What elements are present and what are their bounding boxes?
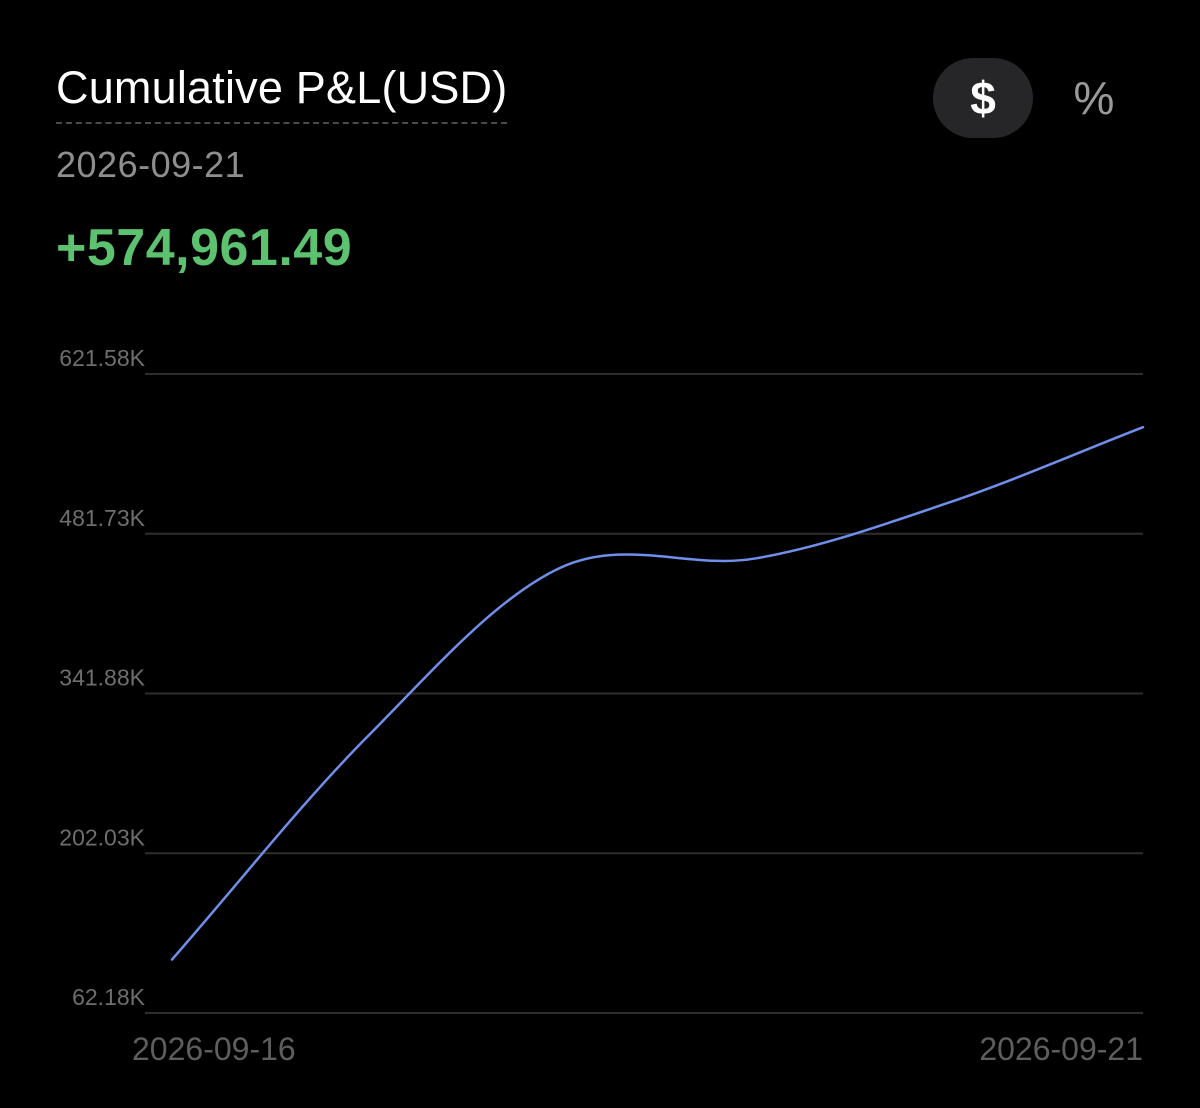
gridlines	[145, 373, 1143, 1014]
x-tick-label: 2026-09-21	[979, 1031, 1143, 1067]
y-tick-label: 62.18K	[72, 984, 146, 1010]
pnl-line-chart[interactable]: 621.58K 481.73K 341.88K 202.03K 62.18K 2026-…	[0, 0, 1200, 1108]
y-axis-ticks: 621.58K 481.73K 341.88K 202.03K 62.18K	[59, 345, 145, 1010]
y-tick-label: 621.58K	[59, 345, 145, 371]
y-tick-label: 341.88K	[59, 665, 145, 691]
x-axis-ticks: 2026-09-16 2026-09-21	[132, 1031, 1143, 1067]
y-tick-label: 481.73K	[59, 505, 145, 531]
x-tick-label: 2026-09-16	[132, 1031, 296, 1067]
y-tick-label: 202.03K	[59, 824, 145, 850]
